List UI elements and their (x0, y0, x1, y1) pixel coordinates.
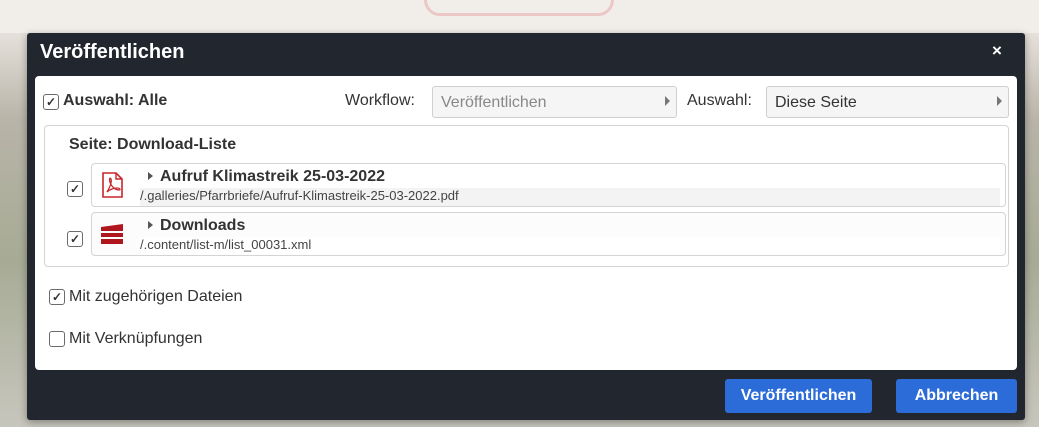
related-files-label: Mit zugehörigen Dateien (69, 288, 243, 305)
publish-button[interactable]: Veröffentlichen (725, 379, 872, 413)
dialog-body: Auswahl: Alle Workflow: Veröffentlichen … (35, 76, 1017, 370)
select-all-label: Auswahl: Alle (63, 92, 168, 109)
background-logo (424, 0, 614, 16)
resource-path: /.content/list-m/list_00031.xml (140, 237, 1000, 255)
dialog-title: Veröffentlichen (40, 41, 185, 63)
expand-arrow-icon[interactable] (148, 221, 153, 229)
resource-title: Aufruf Klimastreik 25-03-2022 (160, 168, 385, 185)
resource-checkbox[interactable] (67, 181, 83, 197)
list-icon (101, 224, 123, 244)
select-all-checkbox[interactable] (43, 94, 59, 110)
resource-panel: Seite: Download-Liste Aufruf Klimastreik… (44, 125, 1009, 267)
resource-row[interactable]: Aufruf Klimastreik 25-03-2022 /.gallerie… (91, 163, 1006, 207)
resource-row[interactable]: Downloads /.content/list-m/list_00031.xm… (91, 212, 1006, 256)
resource-path: /.galleries/Pfarrbriefe/Aufruf-Klimastre… (140, 188, 1000, 206)
scope-label: Auswahl: (687, 92, 752, 109)
chevron-right-icon (997, 96, 1002, 106)
links-label: Mit Verknüpfungen (69, 330, 203, 347)
close-icon[interactable]: × (987, 41, 1007, 61)
links-checkbox[interactable] (49, 331, 65, 347)
publish-dialog: Veröffentlichen × Auswahl: Alle Workflow… (27, 33, 1025, 420)
workflow-select-value: Veröffentlichen (441, 94, 547, 111)
page-section-title: Seite: Download-Liste (69, 136, 237, 153)
scope-select[interactable]: Diese Seite (766, 86, 1009, 118)
cancel-button[interactable]: Abbrechen (896, 379, 1017, 413)
related-files-checkbox[interactable] (49, 289, 65, 305)
scope-select-value: Diese Seite (775, 94, 857, 111)
chevron-right-icon (665, 96, 670, 106)
workflow-select[interactable]: Veröffentlichen (432, 86, 677, 118)
resource-title: Downloads (160, 217, 246, 234)
resource-checkbox[interactable] (67, 231, 83, 247)
workflow-label: Workflow: (345, 92, 415, 109)
pdf-icon (102, 172, 123, 198)
expand-arrow-icon[interactable] (148, 172, 153, 180)
